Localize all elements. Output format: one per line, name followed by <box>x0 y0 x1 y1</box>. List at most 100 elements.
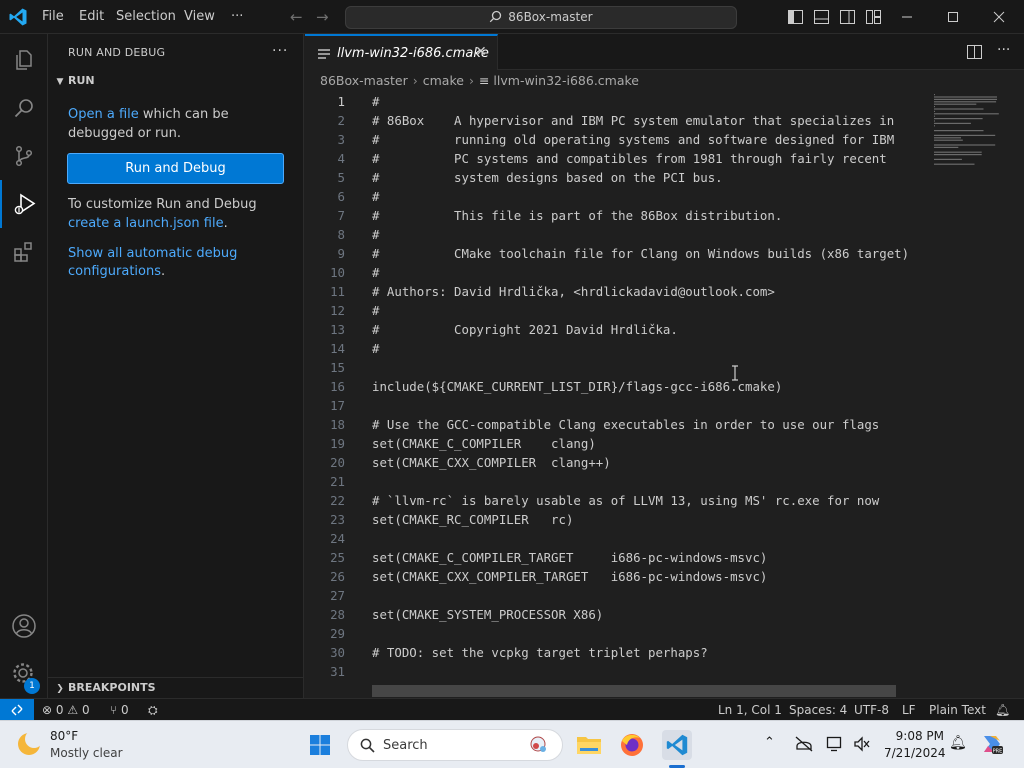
start-button[interactable] <box>305 730 335 760</box>
run-and-debug-button[interactable]: Run and Debug <box>67 153 284 184</box>
toggle-panel-icon[interactable] <box>814 10 829 24</box>
chevron-right-icon: ❯ <box>56 684 64 694</box>
volume-muted-icon[interactable] <box>853 736 871 752</box>
code-line[interactable]: # running old operating systems and soft… <box>372 130 894 149</box>
ports-indicator[interactable]: ⑂ 0 <box>110 703 129 717</box>
run-debug-button[interactable] <box>0 180 48 228</box>
code-line[interactable]: set(CMAKE_RC_COMPILER rc) <box>372 510 573 529</box>
code-line[interactable]: # This file is part of the 86Box distrib… <box>372 206 782 225</box>
copilot-icon[interactable]: PRE <box>980 732 1004 756</box>
clock-time[interactable]: 9:08 PM <box>886 729 944 743</box>
file-explorer-button[interactable] <box>574 730 604 760</box>
code-line[interactable]: set(CMAKE_C_COMPILER_TARGET i686-pc-wind… <box>372 548 767 567</box>
code-line[interactable]: # <box>372 92 379 111</box>
code-line[interactable]: # Use the GCC-compatible Clang executabl… <box>372 415 879 434</box>
problems-indicator[interactable]: ⊗ 0 ⚠ 0 <box>42 703 90 717</box>
language-mode[interactable]: Plain Text <box>929 703 986 717</box>
weather-widget[interactable] <box>14 729 44 763</box>
indentation[interactable]: Spaces: 4 <box>789 703 847 717</box>
close-window-button[interactable] <box>976 4 1022 30</box>
minimize-button[interactable] <box>884 4 930 30</box>
split-editor-icon[interactable] <box>967 45 982 59</box>
account-button[interactable] <box>0 602 48 650</box>
run-section-header[interactable]: ▼ RUN <box>52 74 95 87</box>
code-line[interactable]: # <box>372 301 379 320</box>
line-number: 18 <box>330 417 345 432</box>
taskbar-search[interactable]: Search <box>347 729 563 761</box>
forward-arrow-icon[interactable]: → <box>316 8 329 26</box>
show-all-configs-link[interactable]: Show all automatic debug configurations <box>68 246 237 279</box>
breadcrumb-item[interactable]: 86Box-master <box>320 73 408 88</box>
code-line[interactable]: # TODO: set the vcpkg target triplet per… <box>372 643 708 662</box>
code-line[interactable]: set(CMAKE_CXX_COMPILER_TARGET i686-pc-wi… <box>372 567 767 586</box>
code-line[interactable]: # 86Box A hypervisor and IBM PC system e… <box>372 111 894 130</box>
debug-launch-icon[interactable]: ⛭ <box>148 703 158 718</box>
code-line[interactable]: # <box>372 225 379 244</box>
minimap-line <box>934 120 935 122</box>
code-line[interactable]: # Copyright 2021 David Hrdlička. <box>372 320 678 339</box>
weather-description[interactable]: Mostly clear <box>50 746 123 760</box>
back-arrow-icon[interactable]: ← <box>290 8 303 26</box>
sidebar-more-actions[interactable]: ··· <box>272 43 288 59</box>
minimap[interactable] <box>930 92 1010 182</box>
code-line[interactable]: # <box>372 339 379 358</box>
manage-button[interactable]: 1 <box>0 650 48 698</box>
menu-file[interactable]: File <box>42 9 64 24</box>
notifications-bell-icon[interactable]: 🔔︎ <box>949 735 967 751</box>
menu-more[interactable]: ··· <box>231 9 243 24</box>
code-line[interactable]: # system designs based on the PCI bus. <box>372 168 723 187</box>
weather-temperature[interactable]: 80°F <box>50 729 78 743</box>
command-center[interactable]: 86Box-master <box>345 6 737 29</box>
tab-close-icon[interactable]: ✕ <box>475 44 487 60</box>
manage-badge: 1 <box>24 678 40 694</box>
code-line[interactable]: # CMake toolchain file for Clang on Wind… <box>372 244 909 263</box>
vscode-taskbar-button[interactable] <box>662 730 692 760</box>
code-line[interactable]: # `llvm-rc` is barely usable as of LLVM … <box>372 491 879 510</box>
horizontal-scrollbar-thumb[interactable] <box>372 685 896 697</box>
customize-layout-icon[interactable] <box>866 10 881 24</box>
chevron-up-icon[interactable]: ⌃ <box>764 735 775 750</box>
clock-date[interactable]: 7/21/2024 <box>884 746 946 760</box>
code-line[interactable]: include(${CMAKE_CURRENT_LIST_DIR}/flags-… <box>372 377 782 396</box>
search-button[interactable] <box>0 84 48 132</box>
breadcrumb-item[interactable]: llvm-win32-i686.cmake <box>493 73 639 88</box>
more-actions-icon[interactable]: ··· <box>997 42 1010 58</box>
line-number: 27 <box>330 588 345 603</box>
code-line[interactable]: # Authors: David Hrdlička, <hrdlickadavi… <box>372 282 775 301</box>
code-line[interactable]: set(CMAKE_SYSTEM_PROCESSOR X86) <box>372 605 603 624</box>
network-icon[interactable] <box>795 736 813 752</box>
explorer-button[interactable] <box>0 36 48 84</box>
customize-prefix: To customize Run and Debug <box>68 197 257 212</box>
toggle-primary-sidebar-icon[interactable] <box>788 10 803 24</box>
open-file-link[interactable]: Open a file <box>68 107 139 122</box>
source-control-button[interactable] <box>0 132 48 180</box>
editor-tab-bar: llvm-win32-i686.cmake ✕ ··· <box>305 34 1024 70</box>
end-of-line[interactable]: LF <box>902 703 916 717</box>
menu-edit[interactable]: Edit <box>79 9 104 24</box>
maximize-button[interactable] <box>930 4 976 30</box>
encoding[interactable]: UTF-8 <box>854 703 889 717</box>
breakpoints-section-header[interactable]: ❯ BREAKPOINTS <box>52 681 156 694</box>
cursor-position[interactable]: Ln 1, Col 1 <box>718 703 782 717</box>
code-line[interactable]: set(CMAKE_CXX_COMPILER clang++) <box>372 453 611 472</box>
breadcrumb-item[interactable]: cmake <box>423 73 464 88</box>
bell-icon[interactable]: 🔔︎ <box>995 703 1010 717</box>
toggle-secondary-sidebar-icon[interactable] <box>840 10 855 24</box>
extensions-button[interactable] <box>0 228 48 276</box>
code-line[interactable]: # <box>372 187 379 206</box>
customize-text: To customize Run and Debug create a laun… <box>68 195 292 233</box>
breakpoints-section-label: BREAKPOINTS <box>68 681 156 694</box>
display-icon[interactable] <box>826 736 844 752</box>
editor-tab[interactable]: llvm-win32-i686.cmake ✕ <box>305 34 498 70</box>
code-line[interactable]: # <box>372 263 379 282</box>
code-editor[interactable]: 1 2 3 4 5 6 7 8 9 10 11 12 13 14 15 16 17 18 19 20 21 22 23 24 2… <box>305 92 1024 698</box>
minimap-line <box>934 110 935 112</box>
firefox-button[interactable] <box>617 730 647 760</box>
remote-indicator[interactable] <box>0 699 34 721</box>
code-line[interactable]: set(CMAKE_C_COMPILER clang) <box>372 434 596 453</box>
menu-view[interactable]: View <box>184 9 215 24</box>
vertical-scrollbar[interactable] <box>1010 92 1024 698</box>
create-launch-json-link[interactable]: create a launch.json file <box>68 216 224 231</box>
menu-selection[interactable]: Selection <box>116 9 176 24</box>
code-line[interactable]: # PC systems and compatibles from 1981 t… <box>372 149 887 168</box>
